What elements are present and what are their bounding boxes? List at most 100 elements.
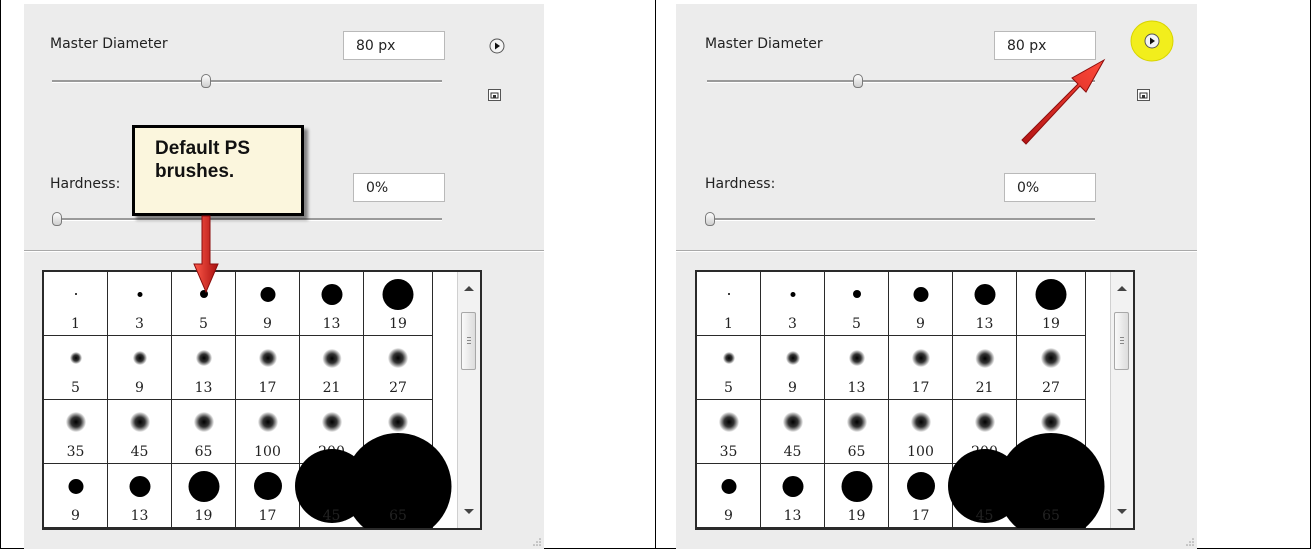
brush-preset-cell[interactable]: 13: [300, 272, 364, 336]
hardness-input[interactable]: 0%: [353, 173, 445, 202]
brush-preset-cell[interactable]: 9: [108, 336, 172, 400]
new-preset-icon[interactable]: [1137, 89, 1151, 102]
brush-preset-cell[interactable]: 13: [108, 464, 172, 528]
brush-preset-cell[interactable]: 13: [761, 464, 825, 528]
brush-preset-cell[interactable]: 9: [236, 272, 300, 336]
soft-brush-tip: [975, 349, 994, 368]
preset-scrollbar[interactable]: [457, 272, 480, 528]
brush-preset-cell[interactable]: 21: [300, 336, 364, 400]
brush-preset-cell[interactable]: 3: [761, 272, 825, 336]
soft-brush-tip: [388, 412, 408, 432]
brush-preset-cell[interactable]: 65: [344, 433, 452, 528]
brush-size-label: 35: [66, 444, 85, 460]
brush-size-label: 9: [71, 508, 80, 524]
new-preset-icon[interactable]: [488, 89, 502, 102]
hardness-label: Hardness:: [705, 176, 776, 192]
brush-preset-cell[interactable]: 27: [1017, 336, 1086, 400]
brush-size-label: 45: [783, 444, 802, 460]
soft-brush-tip: [782, 412, 803, 432]
soft-brush-tip: [193, 412, 214, 432]
resize-grip-icon[interactable]: [532, 537, 542, 547]
brush-preset-cell[interactable]: 45: [108, 400, 172, 464]
brush-size-label: 3: [135, 316, 144, 332]
brush-preset-cell[interactable]: 19: [825, 464, 889, 528]
master-diameter-slider-thumb[interactable]: [201, 74, 211, 88]
hard-brush-tip: [974, 284, 995, 305]
hardness-input[interactable]: 0%: [1004, 173, 1096, 202]
brush-preset-cell[interactable]: 9: [44, 464, 108, 528]
brush-size-label: 9: [724, 508, 733, 524]
brush-size-label: 9: [788, 380, 797, 396]
scroll-down-arrow-icon[interactable]: [1117, 509, 1127, 514]
brush-preset-cell[interactable]: 13: [172, 336, 236, 400]
scrollbar-grip: [1120, 340, 1124, 341]
brush-preset-cell[interactable]: 1: [697, 272, 761, 336]
soft-brush-tip: [195, 350, 212, 366]
brush-size-label: 21: [322, 380, 341, 396]
master-diameter-slider-thumb[interactable]: [853, 74, 863, 88]
brush-preset-cell[interactable]: 3: [108, 272, 172, 336]
brush-size-label: 13: [847, 380, 866, 396]
brush-preset-cell[interactable]: 65: [997, 433, 1105, 528]
scrollbar-thumb[interactable]: [1114, 312, 1129, 370]
brush-preset-cell[interactable]: 5: [697, 336, 761, 400]
scroll-up-arrow-icon[interactable]: [1117, 286, 1127, 291]
brush-preset-cell[interactable]: 100: [889, 400, 953, 464]
brush-preset-cell[interactable]: 35: [697, 400, 761, 464]
hardness-slider-track[interactable]: [52, 218, 442, 221]
brush-preset-cell[interactable]: 9: [889, 272, 953, 336]
brush-size-label: 65: [847, 444, 866, 460]
callout-line-2: brushes.: [155, 161, 235, 182]
brush-size-label: 17: [911, 380, 930, 396]
brush-preset-cell[interactable]: 45: [761, 400, 825, 464]
brush-preset-cell[interactable]: 19: [172, 464, 236, 528]
brush-preset-cell[interactable]: 65: [825, 400, 889, 464]
brush-preset-cell[interactable]: 100: [236, 400, 300, 464]
brush-preset-cell[interactable]: 17: [236, 336, 300, 400]
brush-preset-cell[interactable]: 17: [889, 336, 953, 400]
brush-preset-grid: 1359131959131721273545651002003009131917…: [42, 270, 482, 530]
flyout-menu-arrow-icon[interactable]: [489, 38, 505, 54]
scroll-down-arrow-icon[interactable]: [464, 509, 474, 514]
scroll-up-arrow-icon[interactable]: [464, 286, 474, 291]
soft-brush-tip: [785, 351, 800, 365]
brush-preset-cell[interactable]: 35: [44, 400, 108, 464]
soft-brush-tip: [257, 412, 278, 432]
master-diameter-input[interactable]: 80 px: [343, 31, 445, 60]
brush-preset-cell[interactable]: 21: [953, 336, 1017, 400]
brush-preset-cell[interactable]: 1: [44, 272, 108, 336]
panel-divider: [676, 250, 1197, 252]
brush-size-label: 45: [130, 444, 149, 460]
brush-preset-cell[interactable]: 65: [172, 400, 236, 464]
brush-preset-cell[interactable]: 13: [953, 272, 1017, 336]
brush-preset-cell[interactable]: 9: [761, 336, 825, 400]
brush-preset-cell[interactable]: 9: [697, 464, 761, 528]
soft-brush-tip: [846, 412, 867, 432]
hard-brush-tip: [841, 471, 872, 502]
brush-preset-cell[interactable]: 5: [44, 336, 108, 400]
hardness-label: Hardness:: [50, 176, 121, 192]
flyout-menu-arrow-icon[interactable]: [1144, 33, 1160, 49]
scrollbar-grip: [467, 343, 471, 344]
brush-preset-cell[interactable]: 17: [236, 464, 300, 528]
scrollbar-grip: [467, 340, 471, 341]
scrollbar-thumb[interactable]: [461, 312, 476, 370]
master-diameter-slider-track[interactable]: [52, 80, 442, 83]
soft-brush-tip: [848, 350, 865, 366]
brush-preset-cell[interactable]: 19: [364, 272, 433, 336]
hardness-slider-thumb[interactable]: [705, 212, 715, 226]
brush-preset-cell[interactable]: 19: [1017, 272, 1086, 336]
brush-preset-cell[interactable]: 5: [825, 272, 889, 336]
brush-preset-cell[interactable]: 13: [825, 336, 889, 400]
resize-grip-icon[interactable]: [1185, 537, 1195, 547]
preset-scrollbar[interactable]: [1110, 272, 1133, 528]
hardness-slider-thumb[interactable]: [52, 212, 62, 226]
brush-size-label: 19: [1042, 316, 1060, 332]
soft-brush-tip: [910, 412, 931, 432]
callout-line-1: Default PS: [155, 138, 251, 159]
master-diameter-label: Master Diameter: [50, 36, 168, 52]
hardness-slider-track[interactable]: [707, 218, 1095, 221]
brush-preset-cell[interactable]: 17: [889, 464, 953, 528]
brush-preset-cell[interactable]: 27: [364, 336, 433, 400]
annotation-callout: Default PS brushes.: [132, 125, 304, 216]
